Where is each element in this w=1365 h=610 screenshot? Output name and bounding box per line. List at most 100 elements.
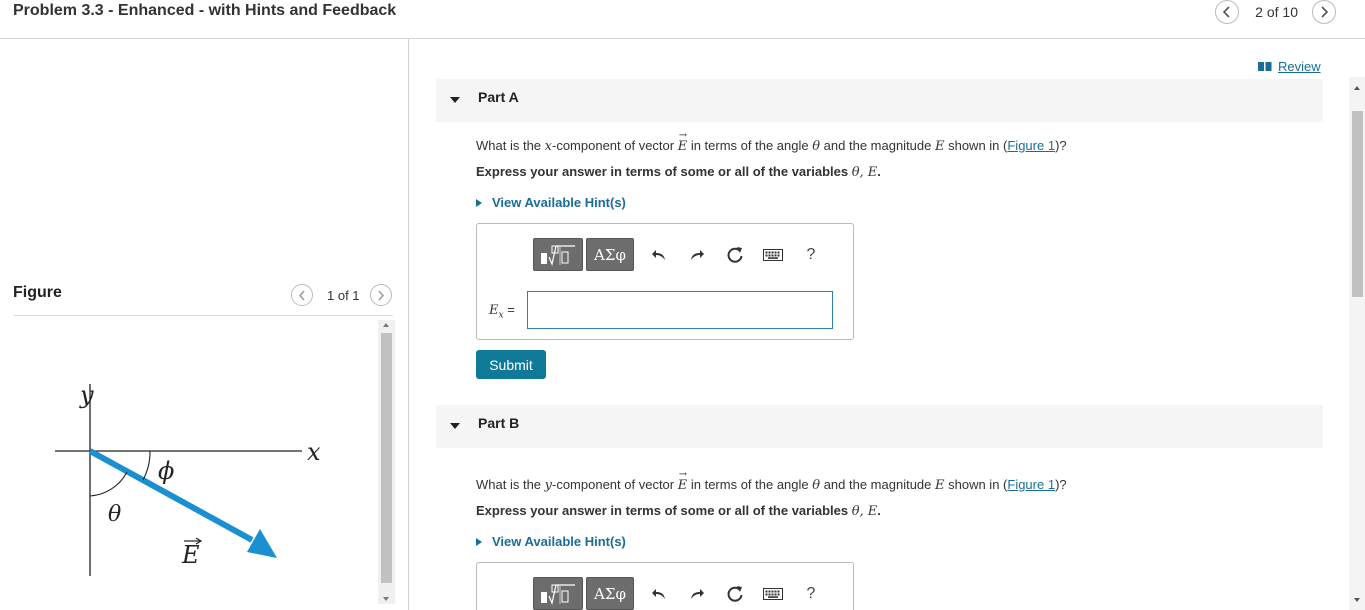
question-text: shown in (: [944, 477, 1008, 492]
part-a-hint-toggle[interactable]: View Available Hint(s): [476, 195, 626, 210]
submit-button[interactable]: Submit: [476, 350, 546, 379]
templates-icon: [541, 583, 575, 605]
math-toolbar: ΑΣφ ?: [533, 238, 822, 271]
question-text: and the magnitude: [820, 138, 935, 153]
scroll-down-arrow-icon[interactable]: [1354, 598, 1360, 602]
templates-button[interactable]: [533, 577, 583, 610]
math-toolbar: ΑΣφ ?: [533, 577, 822, 610]
part-a-label: Part A: [478, 89, 519, 105]
figure-nav: 1 of 1: [291, 284, 392, 306]
vector-e-arrowhead: [247, 529, 277, 558]
phi-label: ϕ: [158, 457, 174, 485]
problem-header: Problem 3.3 - Enhanced - with Hints and …: [0, 0, 1365, 39]
greek-symbols-button[interactable]: ΑΣφ: [586, 238, 634, 271]
chevron-right-icon: [378, 290, 385, 300]
figure-link[interactable]: Figure 1: [1007, 138, 1055, 153]
figure-scroll-thumb[interactable]: [381, 333, 392, 583]
magnitude-symbol: E: [935, 478, 945, 493]
equation-variable: E: [489, 303, 499, 318]
question-text: in terms of the angle: [687, 138, 813, 153]
problem-counter: 2 of 10: [1255, 4, 1298, 20]
theta-label: θ: [108, 502, 121, 527]
redo-button[interactable]: [686, 577, 708, 610]
question-text: in terms of the angle: [687, 477, 813, 492]
redo-icon: [691, 249, 704, 260]
hint-label: View Available Hint(s): [492, 195, 626, 210]
scroll-up-arrow-icon[interactable]: [1354, 86, 1360, 90]
figure-divider: [13, 315, 393, 316]
instruction-text: .: [877, 164, 881, 179]
instruction-text: Express your answer in terms of some or …: [476, 503, 852, 518]
question-text: -component of vector: [552, 477, 678, 492]
hint-label: View Available Hint(s): [492, 534, 626, 549]
main-scroll-thumb[interactable]: [1352, 111, 1363, 297]
question-text: )?: [1055, 477, 1067, 492]
keyboard-button[interactable]: [762, 238, 784, 271]
part-b-question: What is the y-component of vector E in t…: [476, 469, 1067, 493]
instruction-variables: θ, E: [851, 504, 878, 519]
review-link[interactable]: Review: [1258, 59, 1321, 74]
keyboard-button[interactable]: [762, 577, 784, 610]
figure-counter: 1 of 1: [327, 287, 360, 303]
expand-triangle-icon: [476, 198, 482, 207]
help-button[interactable]: ?: [800, 577, 822, 610]
keyboard-icon: [763, 248, 783, 261]
theta-arc: [89, 471, 128, 497]
figure-scrollbar[interactable]: [378, 320, 395, 604]
previous-problem-button[interactable]: [1215, 0, 1240, 24]
chevron-left-icon: [1223, 6, 1230, 18]
instruction-text: .: [877, 503, 881, 518]
figure-link[interactable]: Figure 1: [1007, 477, 1055, 492]
chevron-right-icon: [1321, 6, 1329, 18]
undo-button[interactable]: [648, 577, 670, 610]
undo-icon: [652, 588, 665, 599]
answer-input[interactable]: [527, 291, 833, 329]
problem-panel: Review Part A What is the x-component of…: [410, 39, 1365, 610]
question-text: shown in (: [944, 138, 1008, 153]
part-a-instructions: Express your answer in terms of some or …: [476, 164, 881, 180]
question-text: -component of vector: [551, 138, 678, 153]
figure-label: Figure: [13, 284, 62, 301]
theta-symbol: θ: [812, 139, 821, 154]
redo-icon: [691, 588, 704, 599]
undo-button[interactable]: [648, 238, 670, 271]
part-b-header[interactable]: Part B: [436, 405, 1323, 448]
collapse-triangle-icon: [450, 423, 460, 429]
x-axis-label: x: [307, 438, 321, 466]
part-b-hint-toggle[interactable]: View Available Hint(s): [476, 534, 626, 549]
part-a-header[interactable]: Part A: [436, 79, 1323, 122]
reset-button[interactable]: [724, 577, 746, 610]
reset-icon: [727, 585, 743, 602]
reset-icon: [727, 246, 743, 263]
problem-nav: 2 of 10: [1215, 0, 1336, 24]
question-text: What is the: [476, 477, 545, 492]
collapse-triangle-icon: [450, 97, 460, 103]
reset-button[interactable]: [724, 238, 746, 271]
redo-button[interactable]: [686, 238, 708, 271]
next-figure-button[interactable]: [369, 284, 392, 306]
instruction-variables: θ, E: [851, 165, 878, 180]
previous-figure-button[interactable]: [291, 284, 313, 306]
scroll-down-arrow-icon[interactable]: [383, 597, 389, 601]
vector-e-label: E: [181, 541, 200, 569]
problem-title: Problem 3.3 - Enhanced - with Hints and …: [13, 2, 397, 19]
equation-label: Ex =: [489, 302, 515, 321]
part-b-label: Part B: [478, 415, 520, 431]
scroll-up-arrow-icon[interactable]: [383, 323, 389, 327]
chevron-left-icon: [298, 290, 305, 300]
question-text: )?: [1055, 138, 1067, 153]
equals-sign: =: [503, 302, 515, 317]
next-problem-button[interactable]: [1312, 0, 1336, 24]
templates-button[interactable]: [533, 238, 583, 271]
book-icon: [1258, 62, 1272, 71]
vector-figure: y x θ ϕ E: [55, 381, 321, 576]
templates-icon: [541, 244, 575, 266]
main-scrollbar[interactable]: [1349, 77, 1365, 610]
greek-symbols-button[interactable]: ΑΣφ: [586, 577, 634, 610]
component-variable: x: [544, 139, 552, 154]
question-text: and the magnitude: [820, 477, 935, 492]
vector-symbol: E: [678, 130, 688, 154]
part-a-question: What is the x-component of vector E in t…: [476, 130, 1067, 154]
instruction-text: Express your answer in terms of some or …: [476, 164, 852, 179]
help-button[interactable]: ?: [800, 238, 822, 271]
